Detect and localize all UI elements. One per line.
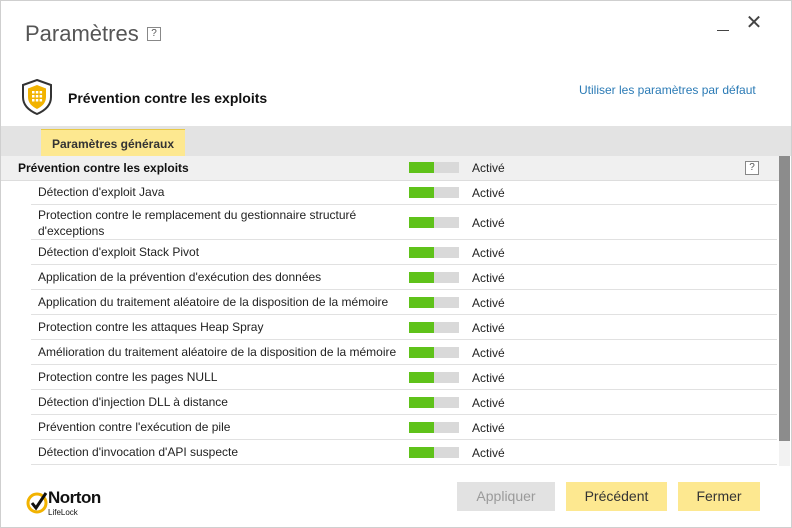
setting-status: Activé bbox=[472, 396, 505, 410]
toggle-on-fill bbox=[409, 187, 434, 198]
help-icon[interactable]: ? bbox=[147, 27, 161, 41]
setting-toggle[interactable] bbox=[409, 347, 459, 358]
setting-toggle[interactable] bbox=[409, 217, 459, 228]
setting-row: Prévention contre l'exécution de pile Act… bbox=[31, 415, 777, 440]
main-setting-toggle[interactable] bbox=[409, 162, 459, 173]
setting-label: Détection d'invocation d'API suspecte bbox=[38, 445, 239, 459]
apply-button[interactable]: Appliquer bbox=[457, 482, 555, 511]
setting-row: Application de la prévention d'exécution… bbox=[31, 265, 777, 290]
setting-toggle[interactable] bbox=[409, 187, 459, 198]
setting-status: Activé bbox=[472, 446, 505, 460]
toggle-on-fill bbox=[409, 247, 434, 258]
toggle-on-fill bbox=[409, 347, 434, 358]
setting-status: Activé bbox=[472, 296, 505, 310]
close-button[interactable]: Fermer bbox=[678, 482, 760, 511]
previous-button[interactable]: Précédent bbox=[566, 482, 667, 511]
setting-status: Activé bbox=[472, 186, 505, 200]
setting-status: Activé bbox=[472, 216, 505, 230]
setting-toggle[interactable] bbox=[409, 447, 459, 458]
setting-row: Application du traitement aléatoire de l… bbox=[31, 290, 777, 315]
setting-status: Activé bbox=[472, 271, 505, 285]
use-defaults-link[interactable]: Utiliser les paramètres par défaut bbox=[579, 83, 756, 97]
setting-toggle[interactable] bbox=[409, 297, 459, 308]
setting-label: Prévention contre l'exécution de pile bbox=[38, 420, 231, 434]
setting-toggle[interactable] bbox=[409, 372, 459, 383]
setting-status: Activé bbox=[472, 246, 505, 260]
logo-sub: LifeLock bbox=[48, 508, 78, 517]
scrollbar-thumb[interactable] bbox=[779, 156, 790, 441]
setting-row: Protection contre les attaques Heap Spra… bbox=[31, 315, 777, 340]
setting-toggle[interactable] bbox=[409, 422, 459, 433]
setting-row: Protection contre les pages NULL Activé bbox=[31, 365, 777, 390]
setting-toggle[interactable] bbox=[409, 397, 459, 408]
setting-label: Application du traitement aléatoire de l… bbox=[38, 295, 389, 309]
norton-check-icon bbox=[26, 492, 48, 514]
logo-name: Norton bbox=[48, 488, 101, 507]
setting-row: Amélioration du traitement aléatoire de … bbox=[31, 340, 777, 365]
setting-toggle[interactable] bbox=[409, 247, 459, 258]
window-title: Paramètres bbox=[25, 21, 139, 46]
tab-general-settings[interactable]: Paramètres généraux bbox=[41, 129, 185, 157]
setting-label: Protection contre les attaques Heap Spra… bbox=[38, 320, 264, 334]
setting-row: Protection contre le remplacement du ges… bbox=[31, 205, 777, 240]
section-header: Prévention contre les exploits Utiliser … bbox=[1, 73, 791, 123]
toggle-on-fill bbox=[409, 397, 434, 408]
toggle-on-fill bbox=[409, 322, 434, 333]
tab-strip: Paramètres généraux bbox=[1, 126, 791, 157]
title-bar: Paramètres ? ✕ bbox=[1, 1, 791, 61]
norton-logo: Norton LifeLock bbox=[26, 488, 116, 522]
toggle-on-fill bbox=[409, 447, 434, 458]
toggle-on-fill bbox=[409, 372, 434, 383]
minimize-button[interactable] bbox=[715, 15, 733, 33]
setting-label: Détection d'exploit Stack Pivot bbox=[38, 245, 200, 259]
setting-label: Protection contre les pages NULL bbox=[38, 370, 218, 384]
main-help-icon[interactable]: ? bbox=[745, 161, 759, 175]
main-setting-row: Prévention contre les exploits Activé ? bbox=[1, 156, 779, 181]
setting-row: Détection d'invocation d'API suspecte Act… bbox=[31, 440, 777, 465]
setting-row: Détection d'exploit Stack Pivot Activé bbox=[31, 240, 777, 265]
setting-status: Activé bbox=[472, 421, 505, 435]
main-setting-status: Activé bbox=[472, 161, 505, 175]
settings-list: Prévention contre les exploits Activé ? … bbox=[1, 156, 791, 466]
close-icon[interactable]: ✕ bbox=[745, 13, 763, 33]
toggle-on-fill bbox=[409, 422, 434, 433]
setting-status: Activé bbox=[472, 346, 505, 360]
setting-label: Détection d'exploit Java bbox=[38, 185, 165, 199]
setting-label: Détection d'injection DLL à distance bbox=[38, 395, 228, 409]
setting-status: Activé bbox=[472, 371, 505, 385]
footer: Norton LifeLock Appliquer Précédent Ferm… bbox=[1, 471, 791, 527]
scrollbar[interactable] bbox=[779, 156, 790, 466]
setting-toggle[interactable] bbox=[409, 272, 459, 283]
setting-label: Protection contre le remplacement du ges… bbox=[38, 208, 357, 238]
toggle-on-fill bbox=[409, 297, 434, 308]
setting-label: Amélioration du traitement aléatoire de … bbox=[38, 345, 397, 359]
toggle-on-fill bbox=[409, 272, 434, 283]
main-setting-label: Prévention contre les exploits bbox=[18, 161, 189, 175]
settings-window: Paramètres ? ✕ Prévention contre les exp… bbox=[0, 0, 792, 528]
toggle-on-fill bbox=[409, 162, 434, 173]
setting-row: Détection d'exploit Java Activé bbox=[31, 180, 777, 205]
section-title: Prévention contre les exploits bbox=[68, 90, 268, 106]
setting-status: Activé bbox=[472, 321, 505, 335]
setting-toggle[interactable] bbox=[409, 322, 459, 333]
setting-label: Application de la prévention d'exécution… bbox=[38, 270, 322, 284]
toggle-on-fill bbox=[409, 217, 434, 228]
shield-icon bbox=[22, 79, 52, 115]
setting-row: Détection d'injection DLL à distance Acti… bbox=[31, 390, 777, 415]
